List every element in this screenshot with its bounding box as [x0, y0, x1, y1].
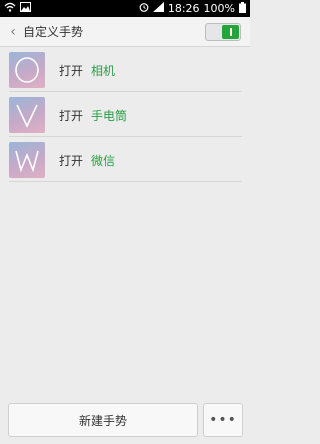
status-time: 18:26	[167, 2, 200, 15]
gesture-w-thumbnail	[9, 142, 45, 178]
title-bar: ‹ 自定义手势	[0, 17, 250, 47]
action-label: 打开	[59, 64, 84, 78]
image-icon	[20, 2, 31, 15]
action-label: 打开	[59, 109, 84, 123]
app-label: 微信	[91, 154, 116, 168]
gesture-row-flashlight[interactable]: 打开 手电筒	[9, 92, 242, 137]
toggle-knob	[222, 25, 239, 39]
bottom-bar: 新建手势 •••	[0, 401, 250, 444]
gesture-v-thumbnail	[9, 97, 45, 133]
battery-percent: 100%	[203, 2, 235, 15]
new-gesture-button[interactable]: 新建手势	[8, 403, 198, 437]
more-icon[interactable]: •••	[203, 403, 243, 437]
gesture-list: 打开 相机 打开 手电筒 打开 微信	[0, 47, 250, 182]
alarm-icon	[139, 2, 149, 15]
wifi-icon	[4, 2, 16, 15]
gesture-o-thumbnail	[9, 52, 45, 88]
page-title: 自定义手势	[23, 25, 84, 39]
signal-icon	[152, 2, 164, 15]
status-bar: 18:26 100%	[0, 0, 250, 17]
gesture-row-wechat[interactable]: 打开 微信	[9, 137, 242, 182]
app-label: 相机	[91, 64, 116, 78]
app-label: 手电筒	[91, 109, 128, 123]
gesture-toggle-switch[interactable]	[205, 23, 241, 41]
back-chevron-icon[interactable]: ‹	[5, 24, 21, 40]
action-label: 打开	[59, 154, 84, 168]
gesture-row-camera[interactable]: 打开 相机	[9, 47, 242, 92]
battery-icon	[239, 1, 246, 16]
